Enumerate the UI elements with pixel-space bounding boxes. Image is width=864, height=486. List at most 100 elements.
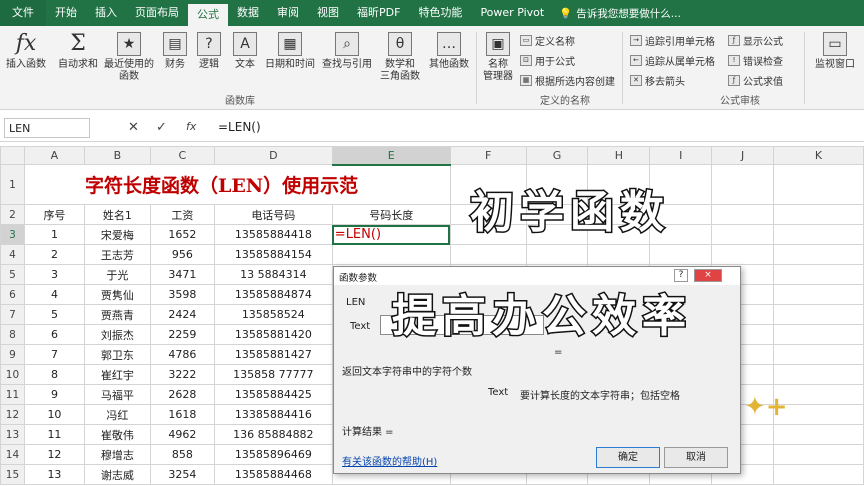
create-from-selection-button[interactable]: ▦ 根据所选内容创建 (520, 73, 615, 88)
recent-functions-button[interactable]: ★ 最近使用的 函数 (102, 32, 156, 83)
cell[interactable]: 2259 (149, 324, 215, 345)
cell[interactable]: 贾燕青 (83, 304, 151, 325)
row-header[interactable]: 14 (0, 444, 25, 465)
cell[interactable]: 4786 (149, 344, 215, 365)
trace-precedents-button[interactable]: → 追踪引用单元格 (630, 33, 715, 48)
cell[interactable]: 10 (23, 404, 85, 425)
row-header[interactable]: 1 (0, 164, 25, 205)
column-header[interactable]: J (711, 146, 775, 165)
ok-button[interactable]: 确定 (596, 447, 660, 468)
tab-review[interactable]: 审阅 (268, 0, 308, 26)
header-cell[interactable]: 电话号码 (213, 204, 333, 225)
cell[interactable]: 马福平 (83, 384, 151, 405)
watch-window-button[interactable]: ▭ 监视窗口 (808, 32, 862, 71)
cell[interactable]: 3222 (149, 364, 215, 385)
cell[interactable]: 13585884425 (213, 384, 333, 405)
cell[interactable] (773, 364, 864, 385)
cell[interactable]: 13585881427 (213, 344, 333, 365)
cell[interactable]: 6 (23, 324, 85, 345)
use-in-formula-button[interactable]: ⊡ 用于公式 (520, 53, 575, 68)
cell[interactable]: 13585884154 (213, 244, 333, 265)
autosum-button[interactable]: Σ 自动求和 (54, 32, 102, 71)
cell[interactable]: 9 (23, 384, 85, 405)
show-formulas-button[interactable]: ƒ 显示公式 (728, 33, 783, 48)
enter-icon[interactable]: ✓ (156, 120, 167, 135)
cell[interactable]: 2628 (149, 384, 215, 405)
tab-view[interactable]: 视图 (308, 0, 348, 26)
cell[interactable]: 13585896469 (213, 444, 333, 465)
cell[interactable] (773, 224, 864, 245)
cell[interactable]: 858 (149, 444, 215, 465)
cell[interactable] (773, 424, 864, 445)
cell[interactable]: 1652 (149, 224, 215, 245)
cell[interactable]: 3 (23, 264, 85, 285)
row-header[interactable]: 15 (0, 464, 25, 485)
cell[interactable] (773, 264, 864, 285)
error-checking-button[interactable]: ! 错误检查 (728, 53, 783, 68)
function-help-link[interactable]: 有关该函数的帮助(H) (342, 453, 437, 468)
tab-file[interactable]: 文件 (0, 0, 46, 26)
header-cell[interactable]: 号码长度 (331, 204, 451, 225)
cell[interactable] (773, 284, 864, 305)
header-cell[interactable]: 序号 (23, 204, 85, 225)
column-header[interactable]: E (331, 146, 451, 166)
cell[interactable]: 3471 (149, 264, 215, 285)
column-header[interactable]: C (149, 146, 215, 165)
row-header[interactable]: 6 (0, 284, 25, 305)
cell[interactable]: 13 (23, 464, 85, 485)
trace-dependents-button[interactable]: ← 追踪从属单元格 (630, 53, 715, 68)
cell[interactable] (525, 244, 589, 265)
cell[interactable] (773, 304, 864, 325)
header-cell[interactable]: 工资 (149, 204, 215, 225)
sheet-title[interactable]: 字符长度函数（LEN）使用示范 (23, 164, 451, 205)
cell[interactable]: 崔红宇 (83, 364, 151, 385)
formula-input[interactable]: =LEN() (218, 120, 261, 134)
cell[interactable]: 13585881420 (213, 324, 333, 345)
tell-me-search[interactable]: 💡 告诉我您想要做什么... (559, 6, 681, 21)
name-manager-button[interactable]: ▣ 名称 管理器 (480, 32, 516, 83)
tab-insert[interactable]: 插入 (86, 0, 126, 26)
cell[interactable] (773, 324, 864, 345)
column-header[interactable]: H (587, 146, 651, 165)
row-header[interactable]: 2 (0, 204, 25, 225)
cell[interactable]: 谢志威 (83, 464, 151, 485)
cell[interactable]: 136 85884882 (213, 424, 333, 445)
define-name-button[interactable]: ▭ 定义名称 (520, 33, 575, 48)
cell[interactable] (773, 164, 864, 205)
cell[interactable]: 崔敬伟 (83, 424, 151, 445)
dialog-close-button[interactable]: × (694, 269, 722, 282)
cell[interactable]: 王志芳 (83, 244, 151, 265)
cell[interactable] (711, 204, 775, 225)
cell[interactable]: 4 (23, 284, 85, 305)
row-header[interactable]: 10 (0, 364, 25, 385)
other-functions-button[interactable]: … 其他函数 (426, 32, 472, 71)
column-header[interactable]: A (23, 146, 85, 165)
cell[interactable]: 1618 (149, 404, 215, 425)
row-header[interactable]: 5 (0, 264, 25, 285)
cell[interactable] (773, 244, 864, 265)
header-cell[interactable]: 姓名1 (83, 204, 151, 225)
remove-arrows-button[interactable]: ✕ 移去箭头 (630, 73, 685, 88)
tab-formulas[interactable]: 公式 (188, 4, 228, 26)
tab-page-layout[interactable]: 页面布局 (126, 0, 188, 26)
cell[interactable]: 宋爱梅 (83, 224, 151, 245)
tab-foxit-pdf[interactable]: 福昕PDF (348, 0, 409, 26)
cell[interactable]: 135858 77777 (213, 364, 333, 385)
cell[interactable] (711, 244, 775, 265)
column-header[interactable]: K (773, 146, 864, 165)
row-header[interactable]: 7 (0, 304, 25, 325)
column-header[interactable]: B (83, 146, 151, 165)
logical-button[interactable]: ? 逻辑 (194, 32, 224, 71)
cell[interactable]: 13585884468 (213, 464, 333, 485)
cell[interactable]: 7 (23, 344, 85, 365)
lookup-button[interactable]: ⌕ 查找与引用 (320, 32, 374, 71)
cell[interactable]: 穆增志 (83, 444, 151, 465)
cell[interactable] (773, 204, 864, 225)
row-header[interactable]: 13 (0, 424, 25, 445)
math-trig-button[interactable]: θ 数学和 三角函数 (378, 32, 422, 83)
tab-special[interactable]: 特色功能 (409, 0, 471, 26)
cell[interactable] (649, 244, 713, 265)
cell[interactable]: 2 (23, 244, 85, 265)
row-header[interactable]: 11 (0, 384, 25, 405)
cell[interactable] (587, 244, 651, 265)
